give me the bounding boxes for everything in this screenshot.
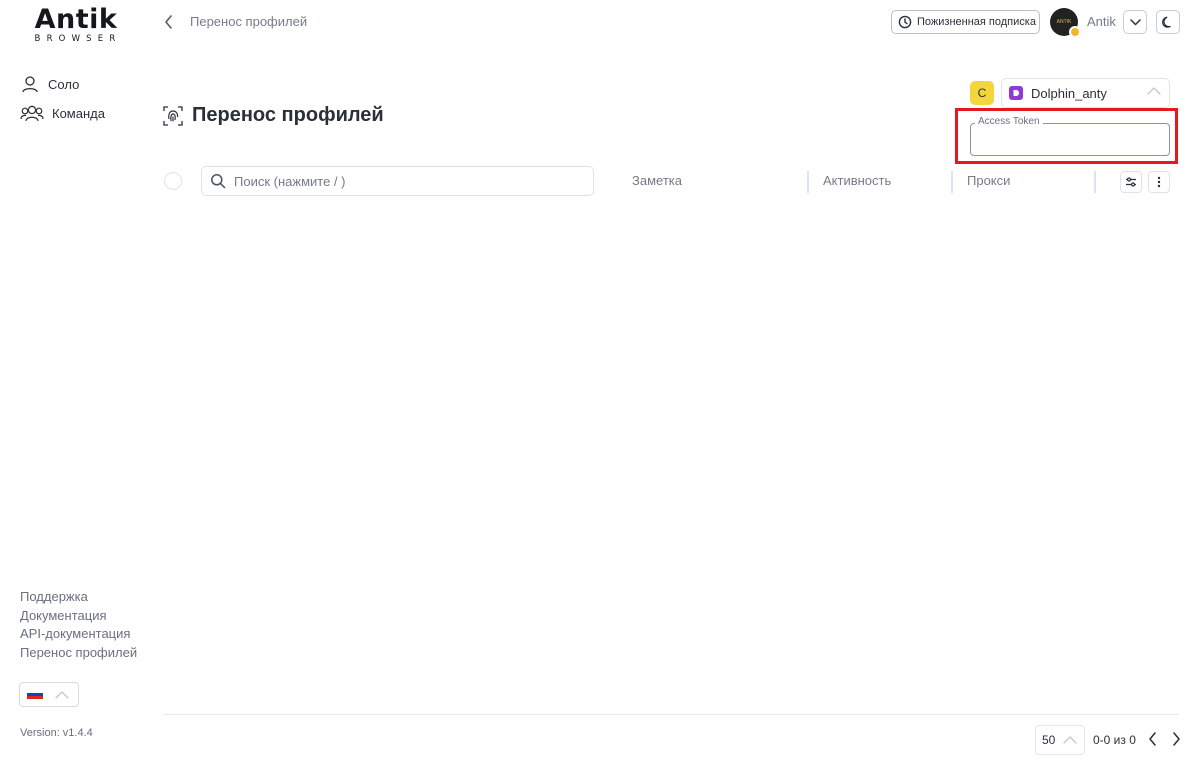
- service-name: Dolphin_anty: [1031, 85, 1107, 101]
- moon-icon: [1162, 16, 1171, 28]
- chevron-left-icon: [1148, 732, 1156, 746]
- support-link[interactable]: Поддержка: [20, 589, 88, 604]
- api-documentation-link[interactable]: API-документация: [20, 626, 130, 641]
- logo-wordmark: Antik: [34, 4, 118, 35]
- pagination-range: 0-0 из 0: [1093, 733, 1136, 747]
- sidebar-item-solo[interactable]: Соло: [20, 75, 79, 93]
- chevron-up-icon: [1063, 736, 1078, 744]
- chevron-down-icon: [1129, 18, 1141, 25]
- documentation-link[interactable]: Документация: [20, 608, 107, 623]
- column-settings-button[interactable]: [1120, 171, 1142, 193]
- chevron-right-icon: [1172, 732, 1180, 746]
- sidebar-item-label: Команда: [52, 105, 105, 121]
- app-version: Version: v1.4.4: [20, 727, 93, 739]
- theme-toggle-button[interactable]: [1156, 10, 1180, 34]
- logo-subtitle: BROWSER: [34, 34, 122, 44]
- avatar[interactable]: ANTIK: [1050, 8, 1081, 38]
- chevron-left-icon: [165, 15, 172, 29]
- access-token-label: Access Token: [975, 116, 1043, 127]
- previous-page-button[interactable]: [1144, 730, 1160, 748]
- column-divider[interactable]: [807, 171, 809, 193]
- page-title-text: Перенос профилей: [192, 104, 384, 126]
- chevron-up-icon: [55, 690, 69, 699]
- column-header-note[interactable]: Заметка: [632, 173, 682, 188]
- more-options-button[interactable]: [1148, 171, 1170, 193]
- avatar-text: ANTIK: [1056, 19, 1072, 25]
- column-header-activity[interactable]: Активность: [823, 173, 891, 188]
- profile-transfer-link[interactable]: Перенос профилей: [20, 645, 137, 660]
- rows-per-page-select[interactable]: 50: [1035, 725, 1085, 755]
- sidebar-item-team[interactable]: Команда: [20, 104, 105, 122]
- footer-divider: [163, 714, 1178, 715]
- search-box[interactable]: [201, 166, 594, 196]
- subscription-button[interactable]: Пожизненная подписка: [891, 10, 1040, 34]
- users-icon: [20, 105, 44, 122]
- user-name[interactable]: Antik: [1087, 14, 1116, 29]
- dolphin-logo-icon: [1009, 86, 1023, 100]
- chevron-up-icon: [1147, 87, 1161, 95]
- subscription-label: Пожизненная подписка: [917, 16, 1036, 28]
- column-divider[interactable]: [1094, 171, 1096, 193]
- sliders-icon: [1126, 177, 1136, 187]
- language-select[interactable]: [19, 682, 79, 707]
- rows-per-page-value: 50: [1042, 733, 1056, 747]
- russia-flag-icon: [27, 690, 43, 699]
- select-all-checkbox[interactable]: [164, 172, 182, 190]
- more-vertical-icon: [1157, 176, 1161, 188]
- column-header-proxy[interactable]: Прокси: [967, 173, 1010, 188]
- clock-history-icon: [898, 15, 912, 29]
- search-icon: [211, 174, 226, 189]
- antik-logo[interactable]: Antik BROWSER: [28, 6, 124, 46]
- service-select[interactable]: Dolphin_anty: [1001, 78, 1170, 108]
- breadcrumb: Перенос профилей: [190, 14, 308, 29]
- search-input[interactable]: [234, 173, 574, 189]
- user-icon: [22, 76, 38, 93]
- sidebar-item-label: Соло: [48, 76, 80, 92]
- refresh-button[interactable]: C: [970, 81, 994, 105]
- page-title: Перенос профилей: [162, 104, 384, 127]
- avatar-badge: [1069, 26, 1081, 38]
- column-divider[interactable]: [951, 171, 953, 193]
- back-button[interactable]: [160, 12, 178, 32]
- fingerprint-icon: [163, 105, 183, 126]
- account-menu-button[interactable]: [1123, 10, 1147, 34]
- next-page-button[interactable]: [1168, 730, 1184, 748]
- access-token-input[interactable]: [976, 130, 1164, 150]
